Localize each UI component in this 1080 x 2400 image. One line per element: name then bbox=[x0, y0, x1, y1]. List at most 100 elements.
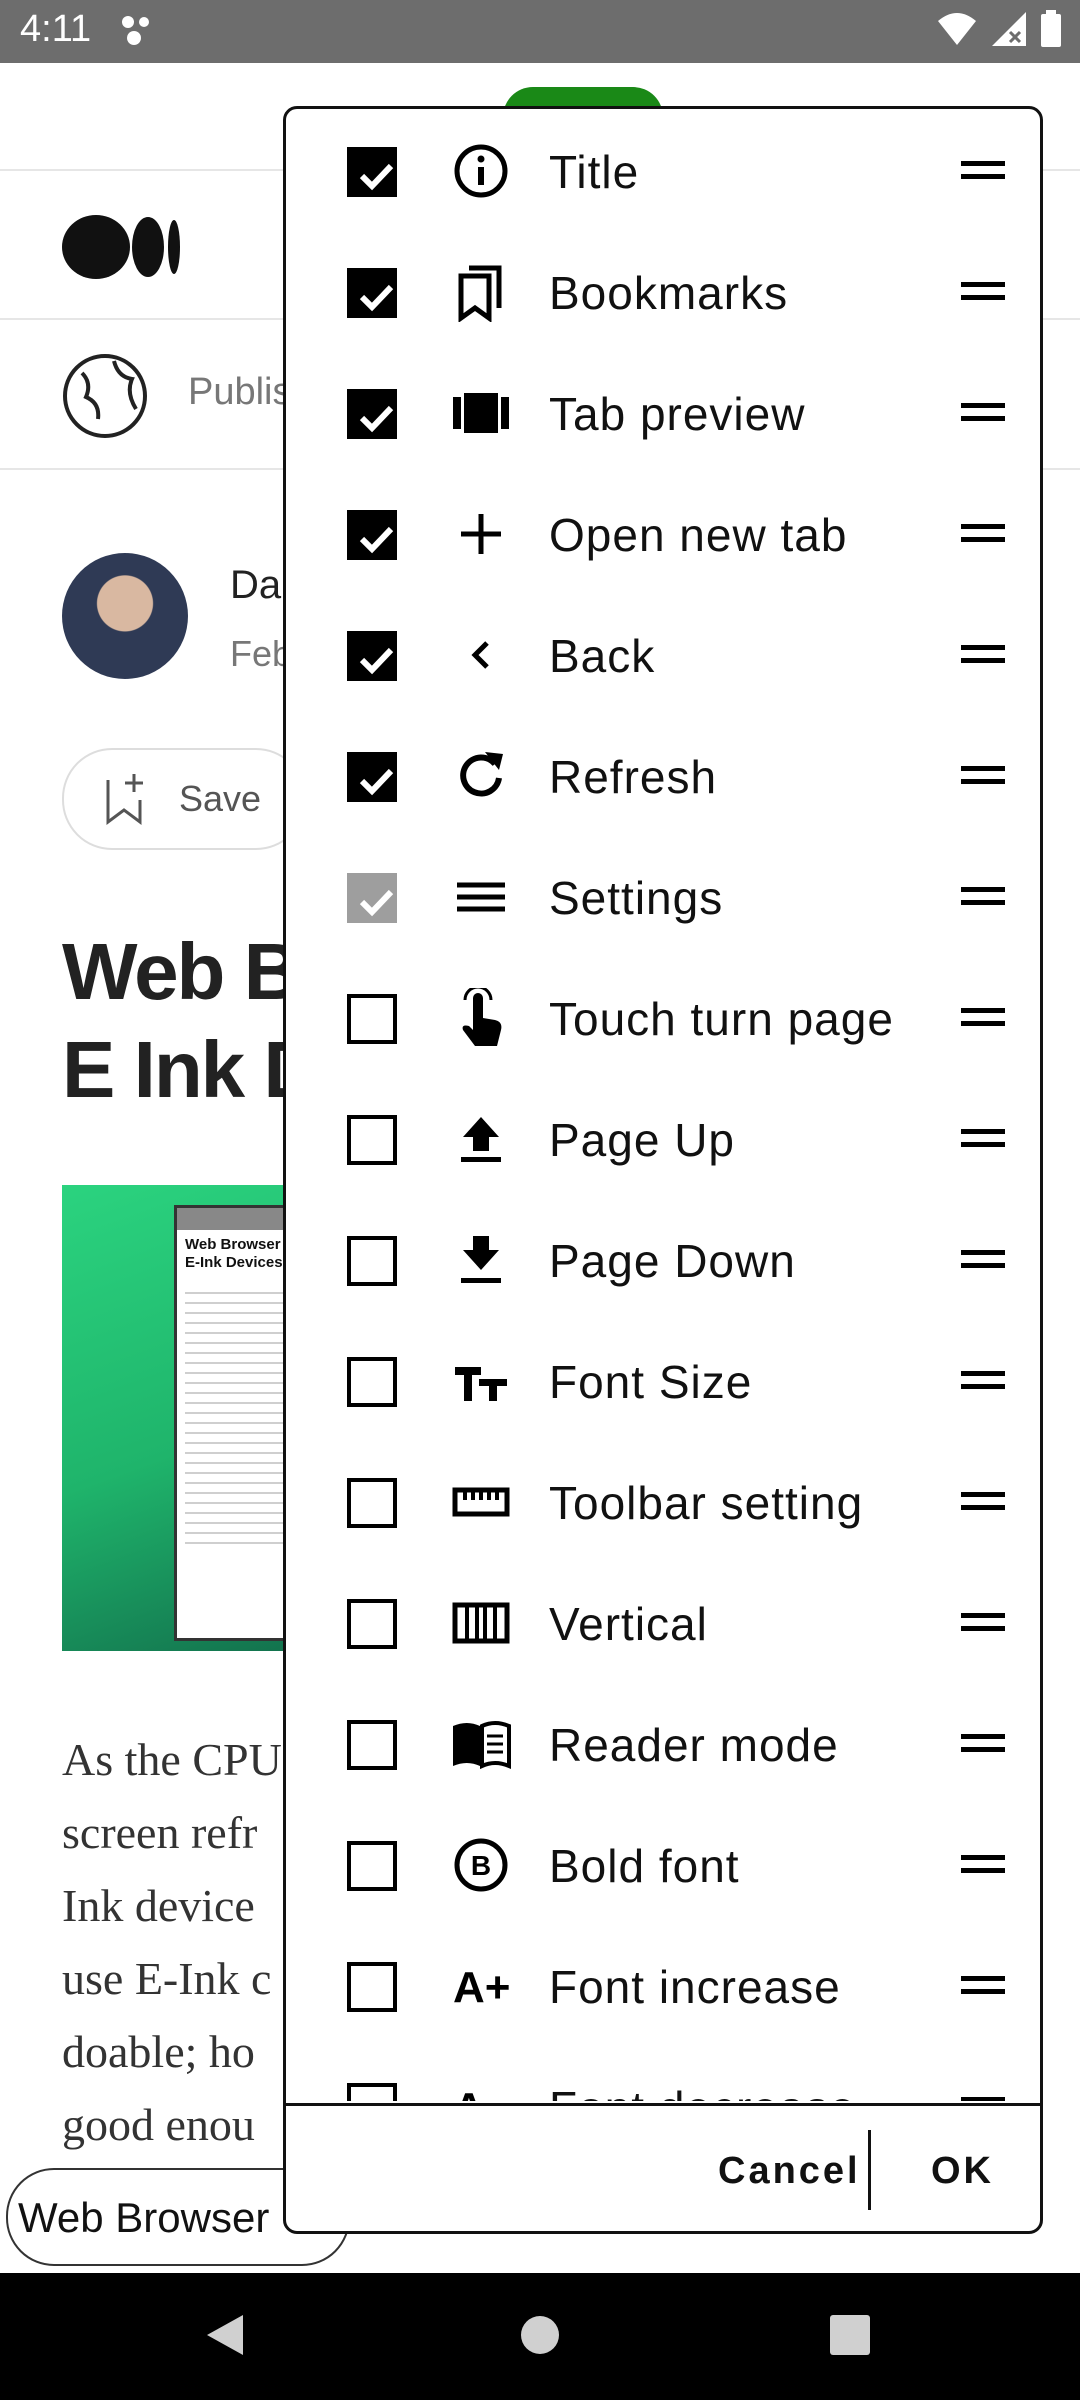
drag-handle-icon[interactable] bbox=[961, 2095, 1005, 2101]
body-line: doable; ho bbox=[62, 2026, 255, 2077]
item-checkbox[interactable] bbox=[347, 1720, 397, 1770]
toolbar-item-row[interactable]: Touch turn page bbox=[286, 956, 1040, 1077]
save-button[interactable]: Save bbox=[62, 748, 306, 850]
wifi-icon bbox=[938, 13, 976, 45]
medium-logo-icon[interactable] bbox=[62, 213, 182, 281]
toolbar-item-row[interactable]: Title bbox=[286, 109, 1040, 230]
item-checkbox[interactable] bbox=[347, 1236, 397, 1286]
nav-home-icon[interactable] bbox=[520, 2315, 560, 2355]
headline-line: Web B bbox=[62, 927, 301, 1016]
item-label: Vertical bbox=[549, 1598, 708, 1650]
drag-handle-icon[interactable] bbox=[961, 1369, 1005, 1398]
item-checkbox[interactable] bbox=[347, 1962, 397, 2012]
item-checkbox[interactable] bbox=[347, 1115, 397, 1165]
drag-handle-icon[interactable] bbox=[961, 1006, 1005, 1035]
item-label: Open new tab bbox=[549, 509, 848, 561]
drag-handle-icon[interactable] bbox=[961, 1248, 1005, 1277]
item-checkbox[interactable] bbox=[347, 510, 397, 560]
dialog-footer: Cancel OK bbox=[286, 2103, 1040, 2231]
item-label: Toolbar setting bbox=[549, 1477, 864, 1529]
article-body: As the CPU screen refr Ink device use E-… bbox=[62, 1723, 282, 2161]
chevron-left-icon bbox=[471, 641, 489, 669]
item-checkbox[interactable] bbox=[347, 752, 397, 802]
item-checkbox bbox=[347, 873, 397, 923]
toolbar-item-row[interactable]: Settings bbox=[286, 835, 1040, 956]
item-label: Page Down bbox=[549, 1235, 796, 1287]
item-label: Refresh bbox=[549, 751, 718, 803]
drag-handle-icon[interactable] bbox=[961, 885, 1005, 914]
page-down-icon bbox=[461, 1236, 501, 1283]
svg-text:A+: A+ bbox=[453, 1963, 510, 2012]
item-label: Font increase bbox=[549, 1961, 841, 2013]
toolbar-item-row[interactable]: Refresh bbox=[286, 714, 1040, 835]
toolbar-item-row[interactable]: Page Down bbox=[286, 1198, 1040, 1319]
notification-dots-icon bbox=[122, 16, 149, 45]
drag-handle-icon[interactable] bbox=[961, 764, 1005, 793]
drag-handle-icon[interactable] bbox=[961, 643, 1005, 672]
nav-recents-icon[interactable] bbox=[830, 2315, 870, 2355]
toolbar-item-row[interactable]: Tab preview bbox=[286, 351, 1040, 472]
toolbar-item-row[interactable]: A- Font decrease bbox=[286, 2045, 1040, 2101]
save-label: Save bbox=[179, 778, 262, 819]
bookmarks-icon bbox=[458, 265, 502, 322]
toolbar-item-row[interactable]: Font Size bbox=[286, 1319, 1040, 1440]
toolbar-item-row[interactable]: Back bbox=[286, 593, 1040, 714]
item-label: Touch turn page bbox=[549, 993, 894, 1045]
item-checkbox[interactable] bbox=[347, 994, 397, 1044]
item-checkbox[interactable] bbox=[347, 1357, 397, 1407]
toolbar-item-row[interactable]: Page Up bbox=[286, 1077, 1040, 1198]
signal-icon bbox=[992, 12, 1026, 46]
item-checkbox[interactable] bbox=[347, 268, 397, 318]
headline-line: E Ink D bbox=[62, 1025, 321, 1114]
item-checkbox[interactable] bbox=[347, 1841, 397, 1891]
cancel-button[interactable]: Cancel bbox=[718, 2150, 861, 2193]
vertical-icon bbox=[452, 1602, 510, 1644]
item-checkbox[interactable] bbox=[347, 389, 397, 439]
bookmark-add-icon bbox=[106, 774, 143, 825]
body-line: screen refr bbox=[62, 1807, 258, 1858]
item-checkbox[interactable] bbox=[347, 631, 397, 681]
drag-handle-icon[interactable] bbox=[961, 280, 1005, 309]
drag-handle-icon[interactable] bbox=[961, 1611, 1005, 1640]
item-checkbox[interactable] bbox=[347, 147, 397, 197]
battery-icon bbox=[1041, 10, 1061, 47]
url-text: Web Browser bbox=[18, 2194, 270, 2241]
item-checkbox[interactable] bbox=[347, 2083, 397, 2101]
status-bar: 4:11 bbox=[0, 0, 1080, 63]
toolbar-item-row[interactable]: Vertical bbox=[286, 1561, 1040, 1682]
body-line: good enou bbox=[62, 2099, 255, 2150]
item-label: Reader mode bbox=[549, 1719, 839, 1771]
item-checkbox[interactable] bbox=[347, 1478, 397, 1528]
svg-text:A-: A- bbox=[453, 2084, 499, 2101]
toolbar-items-list[interactable]: Title Bookmarks Tab preview Open new tab Bac… bbox=[286, 109, 1040, 2101]
nav-back-icon[interactable] bbox=[205, 2313, 245, 2357]
toolbar-item-row[interactable]: Open new tab bbox=[286, 472, 1040, 593]
toolbar-item-row[interactable]: Toolbar setting bbox=[286, 1440, 1040, 1561]
drag-handle-icon[interactable] bbox=[961, 1853, 1005, 1882]
drag-handle-icon[interactable] bbox=[961, 1127, 1005, 1156]
drag-handle-icon[interactable] bbox=[961, 159, 1005, 188]
item-label: Bookmarks bbox=[549, 267, 789, 319]
toolbar-item-row[interactable]: Bookmarks bbox=[286, 230, 1040, 351]
ruler-icon bbox=[452, 1487, 510, 1517]
drag-handle-icon[interactable] bbox=[961, 1490, 1005, 1519]
item-label: Tab preview bbox=[549, 388, 806, 440]
touch-icon bbox=[462, 988, 502, 1046]
drag-handle-icon[interactable] bbox=[961, 401, 1005, 430]
author-avatar[interactable] bbox=[62, 553, 188, 679]
toolbar-item-row[interactable]: A+ Font increase bbox=[286, 1924, 1040, 2045]
refresh-icon bbox=[460, 752, 503, 797]
button-divider bbox=[868, 2130, 871, 2210]
drag-handle-icon[interactable] bbox=[961, 522, 1005, 551]
status-time: 4:11 bbox=[20, 8, 92, 50]
drag-handle-icon[interactable] bbox=[961, 1732, 1005, 1761]
toolbar-item-row[interactable]: B Bold font bbox=[286, 1803, 1040, 1924]
info-icon bbox=[454, 144, 508, 198]
author-name[interactable]: Da bbox=[230, 563, 281, 608]
svg-text:B: B bbox=[471, 1850, 491, 1881]
drag-handle-icon[interactable] bbox=[961, 1974, 1005, 2003]
toolbar-item-row[interactable]: Reader mode bbox=[286, 1682, 1040, 1803]
publisher-text: Publis bbox=[188, 371, 292, 413]
ok-button[interactable]: OK bbox=[931, 2150, 994, 2193]
item-checkbox[interactable] bbox=[347, 1599, 397, 1649]
